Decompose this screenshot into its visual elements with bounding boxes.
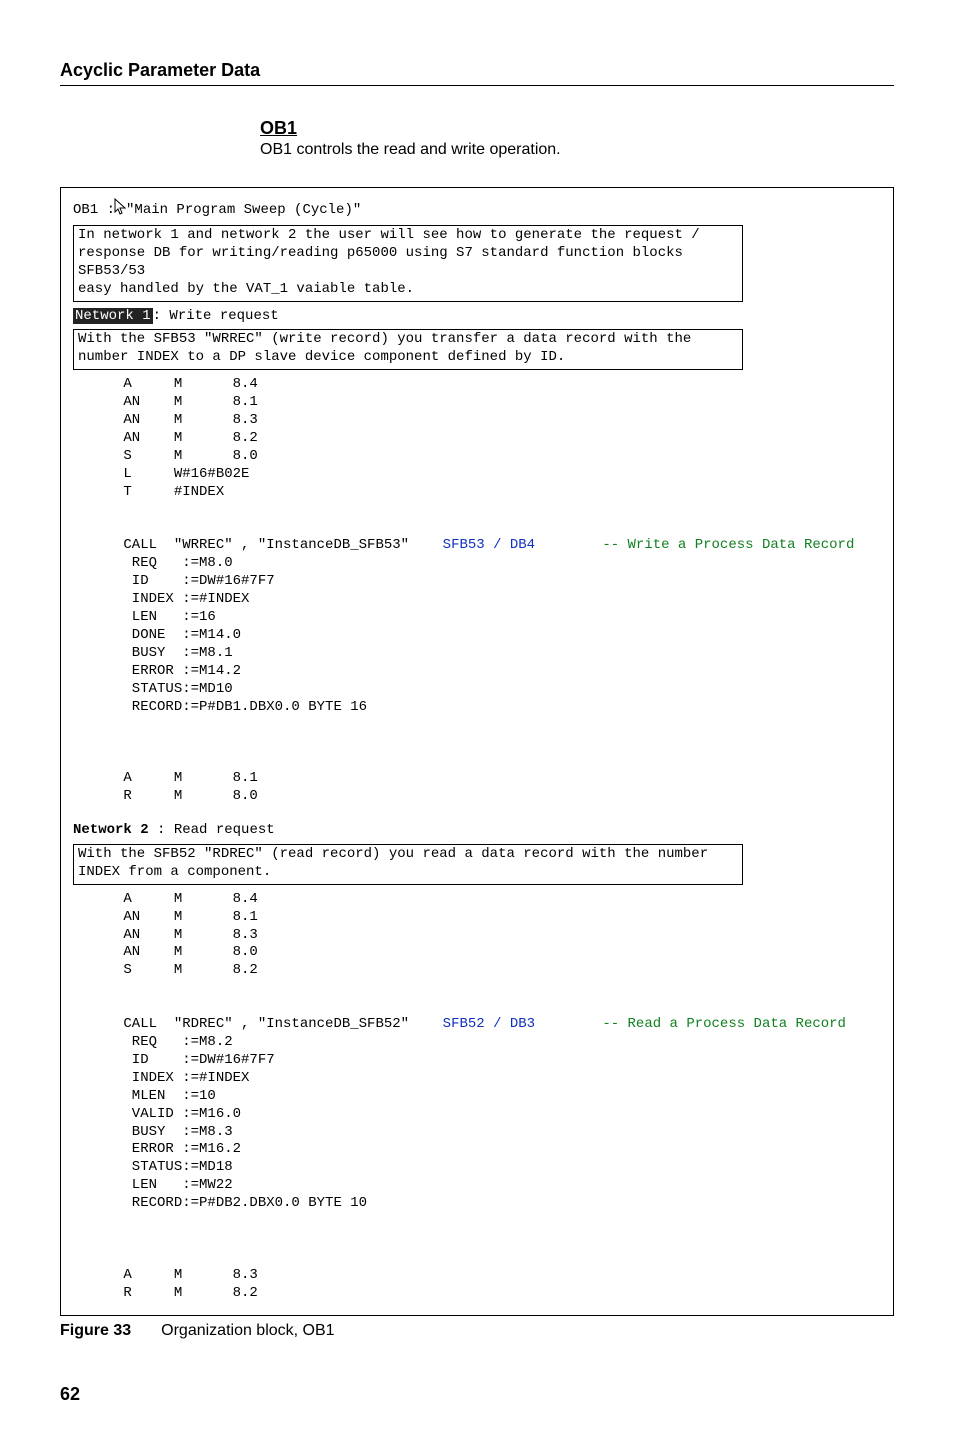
nw1-call-comment: -- Write a Process Data Record	[602, 537, 854, 553]
ob1-name: "Main Program Sweep (Cycle)"	[126, 202, 361, 220]
network2-label: Network 2	[73, 822, 149, 838]
nw2-title: : Read request	[149, 822, 275, 838]
network2-comment-box: With the SFB52 "RDREC" (read record) you…	[73, 844, 743, 885]
page-number: 62	[60, 1384, 894, 1405]
network1-code: A M 8.4 AN M 8.1 AN M 8.3 AN M 8.2 S M 8…	[73, 376, 881, 806]
nw2-call-comment: -- Read a Process Data Record	[602, 1016, 846, 1032]
nw2-pre: A M 8.4 AN M 8.1 AN M 8.3 AN M 8.0 S M 8…	[73, 891, 258, 979]
network1-header: Network 1: Write request	[73, 308, 881, 326]
figure-caption: Figure 33 Organization block, OB1	[60, 1322, 894, 1340]
nw2-call-ref: SFB52 / DB3	[443, 1016, 535, 1032]
figure-label: Figure 33	[60, 1322, 131, 1339]
nw2-post: REQ :=M8.2 ID :=DW#16#7F7 INDEX :=#INDEX…	[73, 1034, 367, 1301]
network1-label: Network 1	[73, 308, 153, 324]
nw1-post: REQ :=M8.0 ID :=DW#16#7F7 INDEX :=#INDEX…	[73, 555, 367, 804]
nw2-call-gap	[535, 1016, 602, 1032]
code-block-ob1: OB1 : "Main Program Sweep (Cycle)" In ne…	[60, 187, 894, 1316]
nw1-call-text: CALL "WRREC" , "InstanceDB_SFB53"	[73, 537, 443, 553]
nw1-call-ref: SFB53 / DB4	[443, 537, 535, 553]
section-desc: OB1 controls the read and write operatio…	[260, 141, 894, 159]
intro-comment-box: In network 1 and network 2 the user will…	[73, 225, 743, 302]
nw2-call-text: CALL "RDREC" , "InstanceDB_SFB52"	[73, 1016, 443, 1032]
network1-comment-box: With the SFB53 "WRREC" (write record) yo…	[73, 329, 743, 370]
ob1-label: OB1 :	[73, 202, 115, 220]
nw1-pre: A M 8.4 AN M 8.1 AN M 8.3 AN M 8.2 S M 8…	[73, 376, 258, 499]
figure-text: Organization block, OB1	[161, 1322, 334, 1339]
nw1-call-gap	[535, 537, 602, 553]
page-header: Acyclic Parameter Data	[60, 60, 894, 86]
network2-header: Network 2 : Read request	[73, 822, 881, 840]
ob1-title: OB1 : "Main Program Sweep (Cycle)"	[73, 198, 881, 223]
section-heading-ob1: OB1	[260, 118, 894, 139]
nw1-title: : Write request	[153, 308, 279, 324]
network2-code: A M 8.4 AN M 8.1 AN M 8.3 AN M 8.0 S M 8…	[73, 891, 881, 1303]
